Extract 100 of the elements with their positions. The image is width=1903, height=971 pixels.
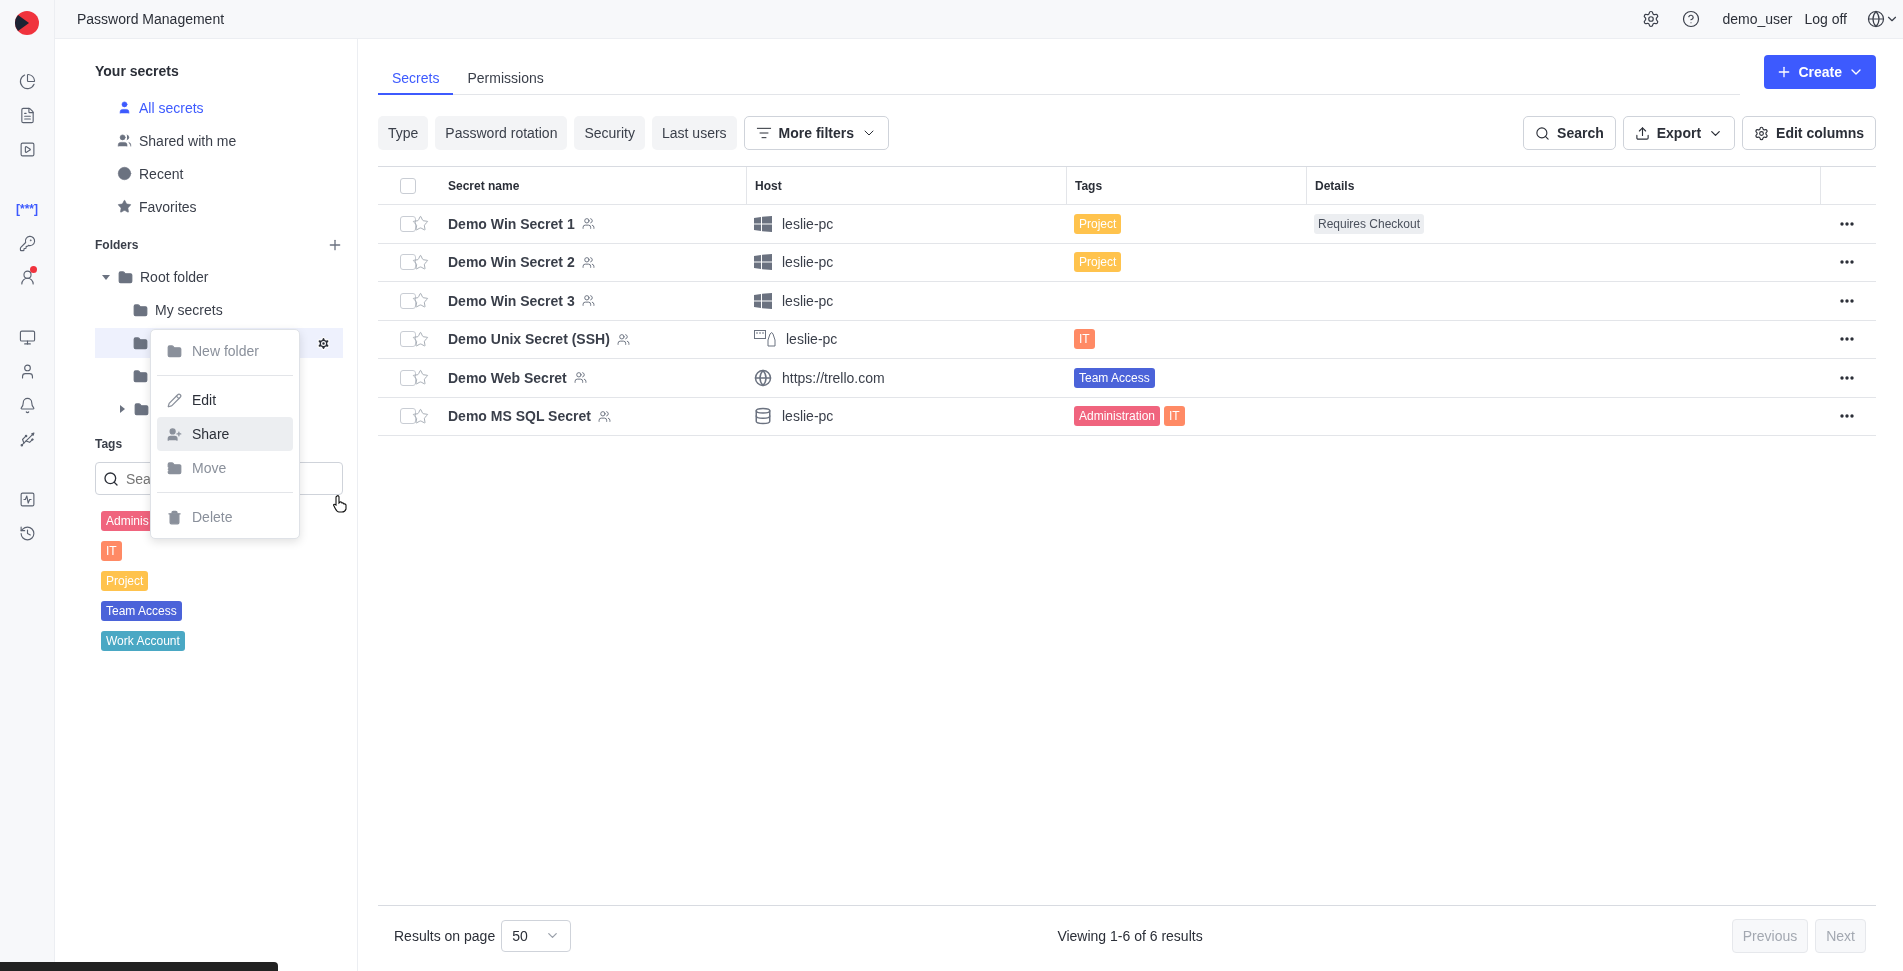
folder-icon xyxy=(133,368,148,384)
users-icon xyxy=(597,409,611,423)
bell-icon xyxy=(18,396,36,414)
results-summary: Viewing 1-6 of 6 results xyxy=(1056,927,1204,944)
nav-item[interactable]: Favorites xyxy=(95,190,343,223)
language-menu-button[interactable] xyxy=(1867,10,1899,28)
user-icon xyxy=(18,268,36,286)
host-name: leslie-pc xyxy=(782,254,834,271)
tag: Administration xyxy=(1074,406,1161,427)
secret-name[interactable]: Demo Win Secret 3 xyxy=(448,292,575,309)
column-header[interactable]: Secret name xyxy=(440,167,746,204)
row-checkbox[interactable] xyxy=(400,331,416,348)
caret-icon[interactable] xyxy=(117,404,127,414)
windows-icon xyxy=(754,292,772,309)
results-per-page-label: Results on page xyxy=(394,927,496,944)
menu-item[interactable]: Share xyxy=(157,417,293,451)
host-name: https://trello.com xyxy=(782,369,885,386)
play-icon xyxy=(18,140,36,158)
filter-chip[interactable]: Security xyxy=(574,116,645,150)
row-checkbox[interactable] xyxy=(400,408,416,425)
row-checkbox[interactable] xyxy=(400,292,416,309)
plus-icon[interactable] xyxy=(327,237,343,253)
users-icon xyxy=(581,255,595,269)
tab[interactable]: Secrets xyxy=(378,55,454,95)
activity-icon xyxy=(18,490,36,508)
users-icon xyxy=(616,332,630,346)
settings-icon[interactable] xyxy=(316,335,331,351)
more-filters-button[interactable]: More filters xyxy=(743,116,890,150)
log-off-link[interactable]: Log off xyxy=(1804,11,1847,27)
settings-button[interactable] xyxy=(1642,10,1661,28)
page-size-select[interactable]: 50 xyxy=(501,919,572,952)
row-checkbox[interactable] xyxy=(400,254,416,271)
settings-icon xyxy=(1754,125,1770,141)
star-icon[interactable] xyxy=(412,215,429,233)
globe-icon xyxy=(1867,10,1885,28)
users-icon xyxy=(581,217,595,231)
star-icon[interactable] xyxy=(412,253,429,271)
edit-columns-button[interactable]: Edit columns xyxy=(1742,116,1876,150)
sidebar-title: Your secrets xyxy=(95,63,180,79)
host-name: leslie-pc xyxy=(786,331,838,348)
column-header[interactable]: Tags xyxy=(1066,167,1306,204)
secret-name[interactable]: Demo Win Secret 1 xyxy=(448,215,575,232)
select-all-checkbox[interactable] xyxy=(400,177,416,194)
column-header[interactable]: Host xyxy=(746,167,1066,204)
tab[interactable]: Permissions xyxy=(453,55,558,95)
star-icon[interactable] xyxy=(412,407,429,425)
nav-item[interactable]: Recent xyxy=(95,157,343,190)
folder-name[interactable]: My secrets xyxy=(155,302,223,318)
ellipsis-icon xyxy=(1840,375,1854,380)
pencil-icon xyxy=(167,392,182,408)
user-icon xyxy=(117,100,132,115)
search-button[interactable]: Search xyxy=(1523,116,1616,150)
filter-chip[interactable]: Last users xyxy=(652,116,737,150)
star-icon[interactable] xyxy=(412,369,429,387)
star-icon[interactable] xyxy=(412,330,429,348)
tag: Project xyxy=(1074,213,1122,234)
user-name[interactable]: demo_user xyxy=(1722,11,1793,27)
filter-icon xyxy=(755,125,772,141)
secret-name[interactable]: Demo Win Secret 2 xyxy=(448,254,575,271)
tag: Project xyxy=(1074,252,1122,273)
row-checkbox[interactable] xyxy=(400,369,416,386)
nav-item[interactable]: Shared with me xyxy=(95,124,343,157)
terminal-penguin-icon xyxy=(754,330,776,349)
ellipsis-icon xyxy=(1840,298,1854,303)
row-checkbox[interactable] xyxy=(400,215,416,232)
secret-name[interactable]: Demo Web Secret xyxy=(448,369,567,386)
tag: IT xyxy=(1074,329,1095,350)
ellipsis-icon xyxy=(1840,260,1854,265)
star-icon xyxy=(117,199,132,214)
chart-icon xyxy=(18,72,36,90)
caret-icon[interactable] xyxy=(101,272,111,282)
database-icon xyxy=(754,407,772,426)
filter-chip[interactable]: Type xyxy=(378,116,429,150)
filter-chip[interactable]: Password rotation xyxy=(435,116,568,150)
secret-name[interactable]: Demo MS SQL Secret xyxy=(448,408,591,425)
settings-icon xyxy=(1642,10,1661,28)
folders-heading: Folders xyxy=(95,238,139,252)
tag[interactable]: Team Access xyxy=(101,601,182,621)
help-button[interactable] xyxy=(1682,10,1701,28)
folder-icon xyxy=(167,343,182,359)
tag: Team Access xyxy=(1074,367,1155,388)
history-icon xyxy=(18,524,36,542)
create-button[interactable]: Create xyxy=(1764,55,1876,89)
page-title: Password Management xyxy=(77,11,226,27)
nav-item[interactable]: All secrets xyxy=(95,91,343,124)
export-button[interactable]: Export xyxy=(1622,116,1736,150)
star-icon[interactable] xyxy=(412,292,429,310)
host-name: leslie-pc xyxy=(782,292,834,309)
folder-icon xyxy=(133,302,148,318)
search-icon xyxy=(1535,125,1551,141)
folder-icon xyxy=(134,401,149,417)
monitor-icon xyxy=(18,328,36,346)
column-header[interactable]: Details xyxy=(1306,167,1820,204)
folder-name[interactable]: Root folder xyxy=(140,269,209,285)
secret-name[interactable]: Demo Unix Secret (SSH) xyxy=(448,331,610,348)
help-icon xyxy=(1682,10,1701,28)
logo-icon xyxy=(14,10,40,36)
windows-icon xyxy=(754,215,772,232)
vault-nav-button[interactable]: [***] xyxy=(9,194,45,224)
folder-icon xyxy=(133,335,148,351)
